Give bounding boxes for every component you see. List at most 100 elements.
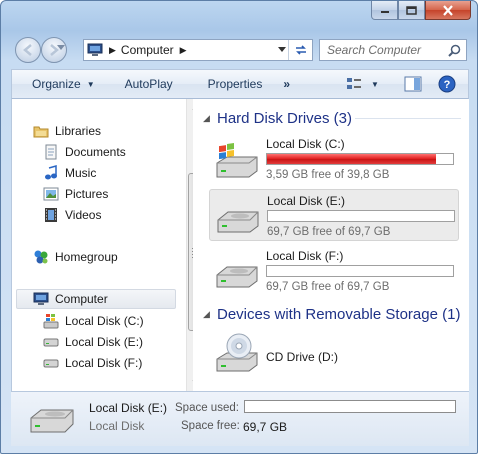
svg-text:?: ? — [444, 79, 451, 91]
more-commands-button[interactable]: » — [283, 70, 290, 98]
nav-item-homegroup[interactable]: Homegroup — [32, 247, 118, 267]
hard-drive-icon — [217, 211, 259, 233]
windows-drive-icon — [216, 143, 258, 178]
nav-item-drive-c[interactable]: Local Disk (C:) — [42, 311, 144, 331]
hard-drive-icon — [42, 334, 60, 350]
breadcrumb-separator-icon[interactable]: ▶ — [109, 45, 116, 56]
nav-item-drive-e[interactable]: Local Disk (E:) — [42, 332, 143, 352]
homegroup-icon — [32, 249, 50, 265]
group-header-removable-storage[interactable]: ◢ Devices with Removable Storage (1) — [193, 303, 469, 325]
documents-icon — [42, 144, 60, 160]
content-pane: ◢ Hard Disk Drives (3) Local Disk (C:) 3… — [193, 99, 469, 391]
drive-free-space: 69,7 GB free of 69,7 GB — [267, 226, 391, 238]
change-view-button[interactable]: ▼ — [346, 77, 379, 91]
nav-item-documents[interactable]: Documents — [42, 142, 126, 162]
search-icon[interactable] — [448, 44, 461, 57]
address-history-chevron-down-icon[interactable] — [278, 47, 286, 53]
videos-film-icon — [42, 207, 60, 223]
drive-name: Local Disk (C:) — [266, 137, 345, 151]
refresh-button[interactable] — [288, 40, 312, 60]
autoplay-button[interactable]: AutoPlay — [125, 70, 173, 98]
organize-label: Organize — [32, 77, 81, 91]
back-arrow-icon — [23, 44, 32, 56]
nav-item-label: Libraries — [55, 124, 102, 138]
drive-item-e[interactable]: Local Disk (E:) 69,7 GB free of 69,7 GB — [209, 189, 459, 241]
search-placeholder: Search Computer — [327, 43, 422, 57]
address-bar[interactable]: ▶ Computer ▶ — [83, 39, 313, 61]
space-used-label: Space used: — [175, 402, 239, 414]
drive-item-f[interactable]: Local Disk (F:) 69,7 GB free of 69,7 GB — [209, 245, 459, 297]
nav-item-label: Music — [65, 166, 97, 180]
hard-drive-icon — [216, 266, 258, 288]
chevron-down-icon: ▼ — [86, 79, 95, 89]
nav-item-label: Videos — [65, 208, 102, 222]
recent-pages-chevron-down-icon[interactable] — [57, 45, 65, 51]
breadcrumb-computer[interactable]: Computer — [121, 43, 174, 57]
nav-item-computer[interactable]: Computer — [16, 289, 176, 309]
cd-drive-icon — [216, 333, 258, 372]
nav-item-label: Local Disk (E:) — [65, 335, 144, 349]
space-free-label: Space free: — [181, 420, 240, 432]
breadcrumb-separator-icon[interactable]: ▶ — [180, 45, 187, 56]
caption-buttons — [371, 1, 471, 20]
back-button[interactable] — [15, 37, 41, 63]
chevron-down-icon: ▼ — [371, 79, 379, 89]
navigation-pane: Libraries Documents Music Pictures Video… — [11, 99, 203, 391]
view-options-icon — [347, 78, 361, 89]
search-box[interactable]: Search Computer — [319, 39, 467, 61]
help-icon[interactable]: ? — [438, 75, 456, 93]
minimize-button[interactable] — [371, 1, 398, 20]
windows-drive-icon — [42, 313, 60, 329]
nav-item-music[interactable]: Music — [42, 163, 96, 183]
space-free-value: 69,7 GB — [243, 420, 288, 434]
music-note-icon — [42, 165, 60, 181]
drive-name: Local Disk (F:) — [266, 249, 344, 263]
details-pane: Local Disk (E:) Local Disk Space used: S… — [11, 391, 469, 446]
group-header-label: Hard Disk Drives (3) — [217, 109, 353, 127]
close-icon — [443, 4, 453, 16]
collapse-chevron-icon[interactable]: ◢ — [203, 113, 215, 124]
refresh-icon — [295, 45, 306, 55]
drive-free-space: 69,7 GB free of 69,7 GB — [266, 281, 390, 293]
minimize-icon — [380, 11, 389, 13]
collapse-chevron-icon[interactable]: ◢ — [203, 309, 215, 320]
group-divider — [355, 118, 461, 119]
autoplay-label: AutoPlay — [124, 77, 173, 91]
command-bar: Organize ▼ AutoPlay Properties » ▼ ? — [11, 69, 469, 99]
explorer-window: ▶ Computer ▶ Search Computer Organize ▼ … — [0, 0, 478, 454]
libraries-folder-icon — [32, 123, 50, 139]
nav-item-label: Local Disk (F:) — [65, 356, 143, 370]
nav-item-pictures[interactable]: Pictures — [42, 184, 108, 204]
properties-button[interactable]: Properties — [208, 70, 263, 98]
preview-pane-icon[interactable] — [404, 76, 422, 92]
group-header-label: Devices with Removable Storage (1) — [217, 305, 461, 323]
drive-usage-bar — [267, 210, 455, 222]
cd-drive-name[interactable]: CD Drive (D:) — [266, 350, 338, 364]
nav-item-label: Documents — [65, 145, 126, 159]
drive-free-space: 3,59 GB free of 39,8 GB — [266, 169, 390, 181]
drive-name: Local Disk (E:) — [267, 194, 346, 208]
close-button[interactable] — [425, 1, 471, 20]
nav-item-label: Computer — [55, 292, 108, 306]
drive-usage-bar — [266, 265, 454, 277]
hard-drive-icon — [30, 409, 74, 433]
computer-icon — [32, 291, 50, 307]
maximize-icon — [406, 5, 417, 15]
drive-usage-fill — [267, 154, 437, 164]
space-used-bar — [244, 400, 456, 413]
nav-item-label: Homegroup — [55, 250, 118, 264]
nav-item-libraries[interactable]: Libraries — [32, 121, 101, 141]
pictures-icon — [42, 186, 60, 202]
hard-drive-icon — [42, 355, 60, 371]
organize-button[interactable]: Organize ▼ — [32, 70, 95, 98]
maximize-button[interactable] — [398, 1, 425, 20]
nav-item-drive-f[interactable]: Local Disk (F:) — [42, 353, 142, 373]
drive-usage-bar — [266, 153, 454, 165]
more-commands-label: » — [283, 77, 291, 91]
nav-item-label: Local Disk (C:) — [65, 314, 144, 328]
properties-label: Properties — [207, 77, 263, 91]
nav-item-label: Pictures — [65, 187, 109, 201]
group-header-hard-disk-drives[interactable]: ◢ Hard Disk Drives (3) — [193, 107, 469, 129]
drive-item-c[interactable]: Local Disk (C:) 3,59 GB free of 39,8 GB — [209, 133, 459, 185]
nav-item-videos[interactable]: Videos — [42, 205, 101, 225]
